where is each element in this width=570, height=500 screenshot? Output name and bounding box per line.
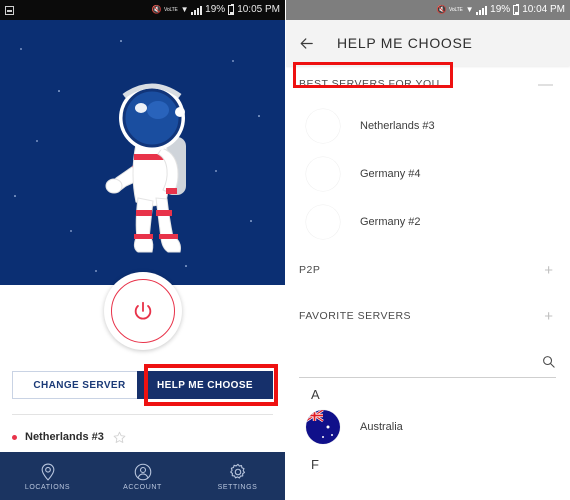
collapse-minus-icon[interactable]: — bbox=[538, 77, 553, 92]
mute-icon: 🔇 bbox=[151, 5, 161, 14]
server-name: Germany #2 bbox=[360, 216, 421, 228]
section-title-p2p: P2P bbox=[299, 264, 321, 276]
screenshot-icon bbox=[5, 5, 14, 15]
flag-netherlands-icon bbox=[306, 109, 340, 143]
dual-screenshot: 🔇 VoLTE ▼ 19% 10:05 PM CHANGE SERVER HEL… bbox=[0, 0, 570, 500]
star bbox=[120, 40, 122, 42]
gear-icon bbox=[229, 463, 245, 479]
server-name: Germany #4 bbox=[360, 168, 421, 180]
power-button-ring bbox=[110, 279, 175, 343]
android-status-bar-right: 🔇 VoLTE ▼ 19% 10:04 PM bbox=[285, 0, 570, 20]
signal-icon bbox=[476, 5, 488, 15]
battery-percent-left: 19% bbox=[205, 4, 226, 15]
star bbox=[36, 140, 38, 142]
status-bar-notifications bbox=[0, 5, 148, 15]
star bbox=[232, 60, 234, 62]
current-server-name: Netherlands #3 bbox=[25, 431, 104, 443]
page-title: HELP ME CHOOSE bbox=[337, 35, 473, 51]
star bbox=[95, 270, 97, 272]
search-icon[interactable] bbox=[541, 354, 556, 369]
section-title-favorite-servers: FAVORITE SERVERS bbox=[299, 310, 412, 322]
android-status-bar-left: 🔇 VoLTE ▼ 19% 10:05 PM bbox=[0, 0, 285, 20]
section-title-best-servers: BEST SERVERS FOR YOU bbox=[299, 78, 440, 90]
nav-label-settings: SETTINGS bbox=[217, 483, 258, 491]
nav-item-account[interactable]: ACCOUNT bbox=[95, 462, 190, 491]
search-input[interactable] bbox=[299, 356, 541, 369]
nav-item-locations[interactable]: LOCATIONS bbox=[0, 462, 95, 491]
star bbox=[70, 230, 72, 232]
divider bbox=[12, 414, 273, 415]
alpha-index-f: F bbox=[311, 457, 319, 472]
nav-label-account: ACCOUNT bbox=[123, 483, 162, 491]
power-icon bbox=[134, 301, 151, 320]
person-icon bbox=[134, 463, 151, 480]
alpha-index-a: A bbox=[311, 387, 320, 402]
star bbox=[14, 195, 16, 197]
wifi-icon: ▼ bbox=[180, 5, 189, 14]
section-header-favorite-servers[interactable]: FAVORITE SERVERS + bbox=[285, 298, 570, 334]
star bbox=[185, 265, 187, 267]
volte-icon: VoLTE bbox=[164, 8, 178, 13]
section-header-best-servers[interactable]: BEST SERVERS FOR YOU — bbox=[285, 66, 570, 102]
star bbox=[250, 220, 252, 222]
expand-plus-icon[interactable]: + bbox=[544, 263, 553, 278]
volte-icon-top-right: VoLTE bbox=[449, 6, 463, 13]
nav-label-locations: LOCATIONS bbox=[24, 483, 71, 491]
favorite-star-icon[interactable] bbox=[112, 430, 127, 445]
server-action-buttons: CHANGE SERVER HELP ME CHOOSE bbox=[12, 371, 273, 399]
mute-icon: 🔇 bbox=[436, 5, 446, 14]
help-me-choose-button[interactable]: HELP ME CHOOSE bbox=[137, 371, 273, 399]
change-server-button[interactable]: CHANGE SERVER bbox=[12, 371, 147, 399]
app-bar: HELP ME CHOOSE bbox=[285, 20, 570, 66]
signal-icon bbox=[191, 5, 203, 15]
clock-left: 10:05 PM bbox=[237, 4, 280, 15]
star bbox=[20, 48, 22, 50]
wifi-icon: ▼ bbox=[465, 5, 474, 14]
star bbox=[215, 170, 217, 172]
clock-right: 10:04 PM bbox=[522, 4, 565, 15]
map-pin-icon bbox=[41, 463, 54, 481]
search-field[interactable] bbox=[299, 348, 556, 378]
list-item[interactable]: Netherlands #3 bbox=[285, 102, 570, 150]
bottom-navigation: LOCATIONS ACCOUNT SETTINGS bbox=[0, 452, 285, 500]
expand-plus-icon[interactable]: + bbox=[544, 309, 553, 324]
star bbox=[58, 90, 60, 92]
volte-icon-top: VoLTE bbox=[164, 6, 178, 13]
nav-item-settings[interactable]: SETTINGS bbox=[190, 462, 285, 491]
help-me-choose-screen: 🔇 VoLTE ▼ 19% 10:04 PM HELP ME CHOOSE BE… bbox=[285, 0, 570, 500]
power-button[interactable] bbox=[103, 272, 182, 350]
list-item[interactable]: Germany #2 bbox=[285, 198, 570, 246]
back-arrow-icon[interactable] bbox=[298, 35, 315, 52]
flag-australia-icon bbox=[306, 410, 340, 444]
flag-germany-icon bbox=[306, 157, 340, 191]
power-button-surface[interactable] bbox=[103, 272, 182, 350]
astronaut-illustration bbox=[105, 83, 186, 253]
list-item[interactable]: Germany #4 bbox=[285, 150, 570, 198]
battery-percent-right: 19% bbox=[490, 4, 511, 15]
volte-icon: VoLTE bbox=[449, 8, 463, 13]
server-name: Netherlands #3 bbox=[360, 120, 435, 132]
battery-icon bbox=[228, 4, 235, 15]
star bbox=[258, 115, 260, 117]
battery-icon bbox=[513, 4, 520, 15]
flag-germany-icon bbox=[306, 205, 340, 239]
space-background bbox=[0, 20, 285, 285]
vpn-home-screen: 🔇 VoLTE ▼ 19% 10:05 PM CHANGE SERVER HEL… bbox=[0, 0, 285, 500]
server-status-dot bbox=[12, 434, 17, 440]
list-item[interactable]: Australia bbox=[285, 406, 570, 448]
current-server-row[interactable]: Netherlands #3 bbox=[12, 424, 273, 450]
panel-separator bbox=[285, 0, 286, 500]
section-header-p2p[interactable]: P2P + bbox=[285, 252, 570, 288]
country-name: Australia bbox=[360, 421, 403, 433]
